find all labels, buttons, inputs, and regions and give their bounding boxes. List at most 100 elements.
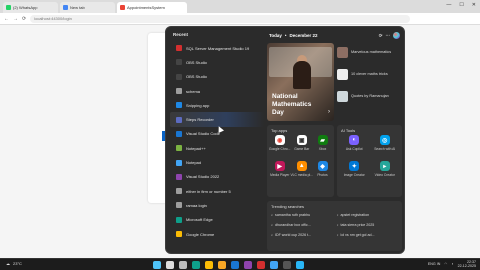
app-label: Snipping app	[186, 102, 210, 108]
tile-icon: ◆	[317, 161, 328, 171]
tab-label: New tab	[70, 5, 85, 10]
more-icon[interactable]: ⋯	[386, 33, 391, 39]
browser-tab[interactable]: (2) WhatsApp	[3, 2, 58, 13]
app-tile[interactable]: ◆ Photos	[313, 161, 332, 183]
trending-label: apstet registration	[340, 212, 370, 217]
reload-icon[interactable]: ⟳	[22, 16, 26, 22]
volume-icon[interactable]: ◖	[451, 262, 453, 266]
refresh-icon[interactable]: ⟳	[379, 33, 383, 39]
app-icon	[176, 130, 182, 137]
app-tile[interactable]: ◎ Search with AI	[370, 135, 401, 157]
app-label: OBS Studio	[186, 74, 207, 80]
trending-list: ⌕ samantha ruth prabhu ⌕ apstet registratio…	[267, 211, 402, 238]
tile-icon: ▣	[296, 135, 307, 145]
minimize-button[interactable]: —	[446, 2, 451, 8]
today-header: Today • December 22 ⟳ ⋯	[267, 31, 402, 40]
tile-label: Image Creator	[343, 173, 365, 177]
obs-icon[interactable]	[283, 261, 291, 269]
next-icon[interactable]: ›	[328, 109, 330, 115]
recent-app-item[interactable]: OBS Studio	[170, 55, 264, 69]
hero-card[interactable]: National Mathematics Day ›	[267, 43, 334, 121]
app-tile[interactable]: ✦ Image Creator	[339, 161, 370, 183]
app-tile[interactable]: ▲ VLC media pl...	[290, 161, 313, 183]
sql-icon[interactable]	[257, 261, 265, 269]
address-input[interactable]: localhost:44300/login	[30, 14, 411, 23]
recent-title: Recent	[173, 32, 189, 37]
app-tile[interactable]: ▣ Game Bar	[290, 135, 313, 157]
recent-app-item[interactable]: Visual Studio 2022	[170, 170, 264, 184]
trending-label: dhurandhar box offic...	[275, 222, 311, 227]
trending-item[interactable]: ⌕ samantha ruth prabhu	[271, 211, 333, 218]
news-list: Marvelous mathematics 10 clever maths tr…	[337, 43, 401, 109]
explorer-icon[interactable]	[218, 261, 226, 269]
search-icon[interactable]	[166, 261, 174, 269]
recent-app-item[interactable]: OBS Studio	[170, 70, 264, 84]
recent-app-item[interactable]: schema	[170, 84, 264, 98]
news-text: 10 clever maths tricks	[351, 72, 388, 77]
news-thumbnail	[337, 69, 348, 80]
app-tile[interactable]: ▶ Media Player	[269, 161, 290, 183]
ai-tools-grid: ◐ Ask Copilot ◎ Search with AI ✦ Image Creato…	[337, 135, 402, 183]
top-apps-title: Top apps	[271, 128, 288, 133]
recent-app-item[interactable]: ramaa login	[170, 198, 264, 212]
recent-app-item[interactable]: Microsoft Edge	[170, 213, 264, 227]
app-tile[interactable]: ◉ Google Chro...	[269, 135, 290, 157]
notepad-icon[interactable]	[270, 261, 278, 269]
news-thumbnail	[337, 91, 348, 102]
person-image	[293, 61, 311, 89]
maximize-button[interactable]: ☐	[459, 2, 463, 8]
news-item[interactable]: 10 clever maths tricks	[337, 65, 401, 84]
vs-icon[interactable]	[244, 261, 252, 269]
recent-app-item[interactable]: Snipping app	[170, 98, 264, 112]
news-item[interactable]: Marvelous mathematics	[337, 43, 401, 62]
avatar[interactable]	[393, 32, 400, 39]
trending-label: tata sierra price 2025	[340, 222, 375, 227]
browser-tab-active[interactable]: AppointmentsSystem	[117, 2, 187, 13]
trending-item[interactable]: ⌕ tata sierra price 2025	[337, 221, 399, 228]
address-bar-row: ← → ⟳ localhost:44300/login	[0, 13, 480, 25]
trending-item[interactable]: ⌕ apstet registration	[337, 211, 399, 218]
weather-widget[interactable]: ☁ 23°C	[6, 261, 22, 266]
forward-icon[interactable]: →	[13, 16, 18, 22]
recent-app-item[interactable]: either in firm or number 5	[170, 184, 264, 198]
close-button[interactable]: ✕	[472, 2, 476, 8]
weather-icon: ☁	[6, 261, 10, 266]
recent-app-item[interactable]: Steps Recorder	[170, 112, 264, 127]
start-icon[interactable]	[153, 261, 161, 269]
vscode-icon[interactable]	[231, 261, 239, 269]
wifi-icon[interactable]: ◠	[444, 262, 447, 266]
browser-tab[interactable]: New tab	[60, 2, 115, 13]
recent-app-item[interactable]: SQL Server Management Studio 19	[170, 41, 264, 55]
app-icon	[176, 116, 182, 123]
app-label: Notepad++	[186, 145, 206, 151]
trending-item[interactable]: ⌕ dhurandhar box offic...	[271, 221, 333, 228]
trending-label: lol vs nm get gol ad...	[340, 232, 375, 237]
edge-icon[interactable]	[192, 261, 200, 269]
app-tile[interactable]: ◐ Ask Copilot	[339, 135, 370, 157]
tab-favicon	[63, 5, 68, 10]
chrome-icon[interactable]	[205, 261, 213, 269]
trending-item[interactable]: ⌕ lol vs nm get gol ad...	[337, 231, 399, 238]
widgets-panel: Today • December 22 ⟳ ⋯ National Mathema…	[267, 31, 402, 251]
app-tile[interactable]: ▰ Xbox	[313, 135, 332, 157]
tile-icon: ▰	[317, 135, 328, 145]
news-item[interactable]: Quotes by Ramanujan	[337, 87, 401, 106]
clock[interactable]: 22:37 22-12-2025	[458, 260, 476, 269]
search-icon: ⌕	[271, 222, 274, 227]
recent-app-item[interactable]: Notepad++	[170, 141, 264, 155]
app-icon	[176, 102, 182, 109]
back-icon[interactable]: ←	[4, 16, 9, 22]
store-icon[interactable]	[296, 261, 304, 269]
recent-app-item[interactable]: Google Chrome	[170, 227, 264, 241]
trending-item[interactable]: ⌕ IDF world cup 2026 t...	[271, 231, 333, 238]
recent-app-item[interactable]: Notepad	[170, 155, 264, 169]
lang-indicator[interactable]: ENG IN	[428, 262, 440, 266]
app-tile[interactable]: ▸ Video Creator	[370, 161, 401, 183]
app-icon	[176, 188, 182, 195]
app-label: either in firm or number 5	[186, 188, 231, 194]
hero-title: National Mathematics Day	[272, 93, 312, 116]
app-icon	[176, 159, 182, 166]
tile-label: Game Bar	[294, 147, 310, 151]
task-view-icon[interactable]	[179, 261, 187, 269]
search-icon: ⌕	[336, 222, 339, 227]
